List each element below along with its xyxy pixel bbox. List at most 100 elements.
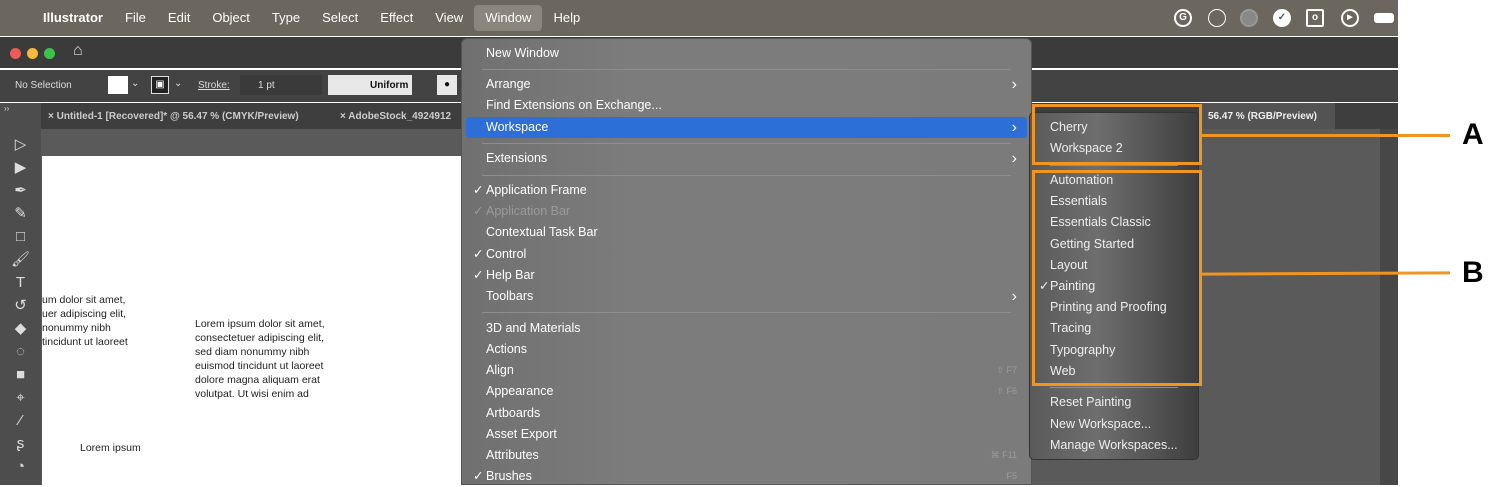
link-icon[interactable] <box>1208 9 1226 27</box>
menu-item-manage-workspaces[interactable]: Manage Workspaces... <box>1032 435 1196 456</box>
menu-item-attributes[interactable]: Attributes ⌘ F11 <box>466 445 1027 466</box>
symbol-sprayer-tool-icon[interactable]: ◔ <box>0 455 41 478</box>
menu-item-contextual-task-bar[interactable]: Contextual Task Bar <box>466 222 1027 243</box>
right-panel-strip <box>1380 129 1398 485</box>
play-icon[interactable]: ▶ <box>1341 9 1359 27</box>
eyedropper-tool-icon[interactable]: ⁄ <box>0 409 41 432</box>
globe-icon[interactable] <box>1240 9 1258 27</box>
text-line: um dolor sit amet, <box>42 294 126 306</box>
blend-tool-icon[interactable]: ʂ <box>0 432 41 455</box>
annotation-line-a <box>1202 134 1450 137</box>
eraser-tool-icon[interactable]: ◆ <box>0 317 41 340</box>
shortcut-label: ⌘ F11 <box>990 449 1017 460</box>
menu-view[interactable]: View <box>424 5 474 31</box>
text-line: euismod tincidunt ut laoreet <box>195 360 324 372</box>
apple-icon[interactable] <box>10 5 32 31</box>
variable-width-profile[interactable]: Uniform <box>328 75 412 95</box>
menu-separator <box>482 68 1011 70</box>
chevron-right-icon: › <box>1011 118 1017 136</box>
stroke-swatch[interactable]: ▣ <box>151 76 169 94</box>
menu-type[interactable]: Type <box>261 5 311 31</box>
chevron-right-icon: › <box>1011 76 1017 94</box>
pen-tool-icon[interactable]: ✒ <box>0 179 41 202</box>
stroke-weight-input[interactable]: 1 pt <box>240 75 322 95</box>
menu-item-actions[interactable]: Actions <box>466 339 1027 360</box>
menu-edit[interactable]: Edit <box>157 5 201 31</box>
menu-item-new-window[interactable]: New Window <box>466 43 1027 64</box>
menu-window[interactable]: Window <box>474 5 543 31</box>
menu-separator <box>482 143 1011 145</box>
menu-item-label: Find Extensions on Exchange... <box>486 98 662 113</box>
type-tool-icon[interactable]: T <box>0 271 41 294</box>
text-line: uer adipiscing elit, <box>42 308 127 320</box>
curvature-tool-icon[interactable]: ✎ <box>0 202 41 225</box>
menu-item-label: Manage Workspaces... <box>1050 437 1178 452</box>
menu-item-label: Appearance <box>486 384 554 399</box>
mesh-tool-icon[interactable]: ⌖ <box>0 386 41 409</box>
mac-menu-bar: Illustrator File Edit Object Type Select… <box>0 0 1398 36</box>
menu-item-toolbars[interactable]: Toolbars › <box>466 286 1027 307</box>
text-block-2[interactable]: Lorem ipsum dolor sit amet, consectetuer… <box>195 317 325 401</box>
menu-file[interactable]: File <box>114 5 157 31</box>
close-window-button[interactable] <box>10 48 21 59</box>
menu-help[interactable]: Help <box>542 5 591 31</box>
gradient-tool-icon[interactable]: ■ <box>0 363 41 386</box>
stroke-dropdown-icon[interactable]: ⌄ <box>174 78 182 89</box>
menu-select[interactable]: Select <box>311 5 369 31</box>
menu-item-label: Help Bar <box>486 267 535 282</box>
menu-item-appearance[interactable]: Appearance ⇧ F6 <box>466 381 1027 402</box>
zoom-window-button[interactable] <box>44 48 55 59</box>
tab-rgb-preview[interactable]: 56.47 % (RGB/Preview) <box>1200 103 1335 129</box>
menu-item-help-bar[interactable]: ✓ Help Bar <box>466 265 1027 286</box>
lasso-tool-icon[interactable]: ◌ <box>0 340 41 363</box>
direct-selection-tool-icon[interactable]: ▶ <box>0 156 41 179</box>
menu-item-new-workspace[interactable]: New Workspace... <box>1032 414 1196 435</box>
menu-item-artboards[interactable]: Artboards <box>466 403 1027 424</box>
menu-item-control[interactable]: ✓ Control <box>466 244 1027 265</box>
minimize-window-button[interactable] <box>27 48 38 59</box>
rectangle-tool-icon[interactable]: □ <box>0 225 41 248</box>
outlook-icon[interactable]: o <box>1306 9 1324 27</box>
grammarly-icon[interactable]: G <box>1174 9 1192 27</box>
tab-label: AdobeStock_4924912 <box>348 111 452 122</box>
menu-separator <box>482 174 1011 176</box>
shortcut-label: ⇧ F7 <box>996 365 1017 376</box>
check-icon[interactable]: ✓ <box>1273 9 1291 27</box>
menu-item-arrange[interactable]: Arrange › <box>466 74 1027 95</box>
selection-status: No Selection <box>15 80 72 91</box>
home-icon[interactable]: ⌂ <box>73 42 83 60</box>
menu-item-find-extensions-on-exchange[interactable]: Find Extensions on Exchange... <box>466 95 1027 116</box>
brush-definition[interactable]: ● <box>437 75 457 95</box>
paintbrush-tool-icon[interactable]: 🖌 <box>0 248 41 271</box>
checkmark-icon: ✓ <box>473 204 484 219</box>
menu-effect[interactable]: Effect <box>369 5 424 31</box>
menu-item-align[interactable]: Align ⇧ F7 <box>466 360 1027 381</box>
checkmark-icon: ✓ <box>473 267 484 282</box>
menu-item-label: New Window <box>486 45 559 60</box>
fill-swatch[interactable] <box>108 76 128 94</box>
menu-item-3d-and-materials[interactable]: 3D and Materials <box>466 318 1027 339</box>
selection-tool-icon[interactable]: ▷ <box>0 133 41 156</box>
menu-item-label: Reset Painting <box>1050 395 1132 410</box>
menu-item-extensions[interactable]: Extensions › <box>466 148 1027 169</box>
window-menu: New Window Arrange › Find Extensions on Exc… <box>461 38 1032 485</box>
menu-object[interactable]: Object <box>201 5 261 31</box>
menu-item-label: Artboards <box>486 405 541 420</box>
menu-item-label: Application Frame <box>486 183 587 197</box>
menu-item-brushes[interactable]: ✓ Brushes F5 <box>466 466 1027 487</box>
tab-untitled-1[interactable]: × Untitled-1 [Recovered]* @ 56.47 % (CMY… <box>48 111 299 122</box>
tab-adobestock[interactable]: × AdobeStock_4924912 <box>340 111 451 122</box>
chevron-right-icon: › <box>1011 288 1017 305</box>
menu-item-reset-painting[interactable]: Reset Painting <box>1032 392 1196 413</box>
menu-item-workspace[interactable]: Workspace › <box>466 116 1027 138</box>
menu-item-application-frame[interactable]: ✓ Application Frame <box>466 180 1027 201</box>
rotate-tool-icon[interactable]: ↺ <box>0 294 41 317</box>
text-line: tincidunt ut laoreet <box>42 336 128 348</box>
menu-app-illustrator[interactable]: Illustrator <box>32 5 114 31</box>
text-block-1[interactable]: um dolor sit amet, uer adipiscing elit, … <box>42 293 128 349</box>
stroke-label[interactable]: Stroke: <box>198 80 230 91</box>
menu-item-label: Brushes <box>486 469 532 484</box>
fill-dropdown-icon[interactable]: ⌄ <box>131 78 139 89</box>
text-block-3[interactable]: Lorem ipsum <box>80 441 141 455</box>
menu-item-asset-export[interactable]: Asset Export <box>466 424 1027 445</box>
